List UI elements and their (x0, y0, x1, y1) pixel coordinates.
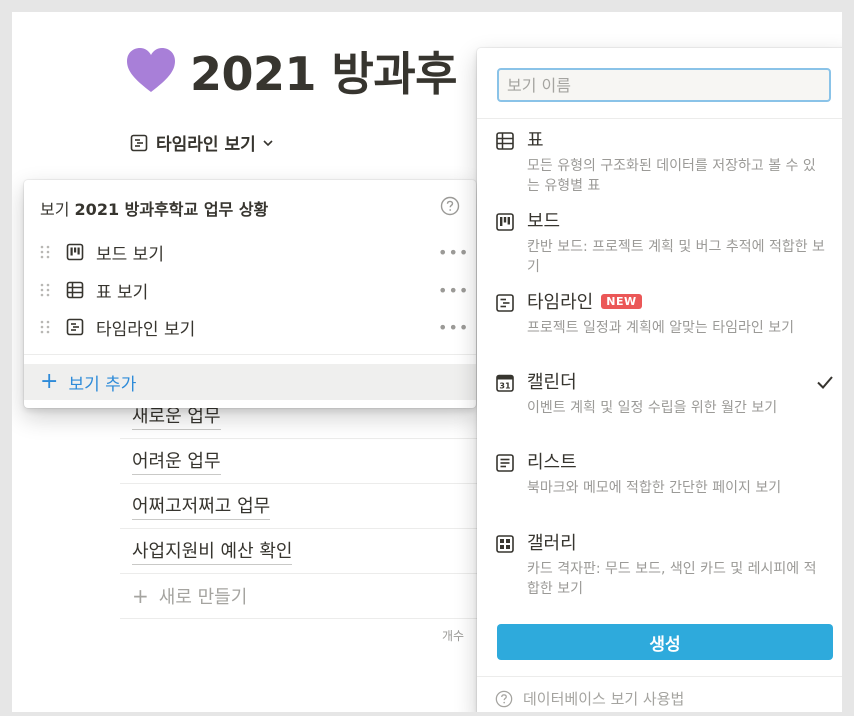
view-type-name-text: 타임라인 (527, 292, 594, 313)
divider (24, 354, 476, 355)
view-type-description: 북마크와 메모에 적합한 간단한 페이지 보기 (527, 480, 782, 496)
view-item-timeline[interactable]: 타임라인 보기 ••• (24, 309, 476, 345)
help-icon[interactable] (440, 196, 460, 216)
drag-handle-icon[interactable] (40, 244, 50, 260)
add-view-button[interactable]: + 보기 추가 (24, 364, 476, 400)
create-button[interactable]: 생성 (497, 624, 833, 660)
view-item-label: 타임라인 보기 (96, 319, 196, 340)
calendar-icon: 31 (496, 374, 514, 392)
plus-icon: + (40, 369, 59, 394)
new-view-dropdown: 표 모든 유형의 구조화된 데이터를 저장하고 볼 수 있는 유형별 표 보드 … (477, 48, 842, 712)
view-item-label: 표 보기 (96, 282, 149, 303)
drag-handle-icon[interactable] (40, 282, 50, 298)
divider (477, 676, 842, 677)
more-options-icon[interactable]: ••• (438, 243, 469, 262)
timeline-icon (496, 294, 514, 312)
view-type-description: 이벤트 계획 및 일정 수립을 위한 월간 보기 (527, 400, 778, 416)
chevron-down-icon (263, 139, 273, 146)
purple-heart-icon[interactable] (124, 44, 178, 98)
header-prefix: 보기 (40, 200, 70, 219)
drag-handle-icon[interactable] (40, 319, 50, 335)
database-rows: 새로운 업무 어려운 업무 어쩌고저쩌고 업무 사업지원비 예산 확인 + 새로… (120, 394, 480, 619)
view-type-name: 리스트 (527, 452, 577, 473)
views-panel-header: 보기 2021 방과후학교 업무 상황 (40, 196, 268, 220)
help-icon (495, 690, 513, 707)
help-link[interactable]: 데이터베이스 보기 사용법 (495, 688, 684, 709)
list-icon (496, 454, 514, 472)
view-type-name: 표 (527, 130, 544, 151)
current-view-label: 타임라인 보기 (156, 135, 256, 155)
new-row-button[interactable]: + 새로 만들기 (120, 574, 480, 619)
page-title[interactable]: 2021 방과후 (190, 38, 458, 104)
view-type-description: 칸반 보드: 프로젝트 계획 및 버그 추적에 적합한 보기 (527, 239, 825, 275)
views-panel: 보기 2021 방과후학교 업무 상황 보드 보기 ••• 표 보기 ••• 타… (24, 180, 476, 408)
gallery-icon (496, 535, 514, 553)
table-row[interactable]: 사업지원비 예산 확인 (120, 529, 480, 574)
calendar-day-text: 31 (499, 382, 511, 391)
view-item-board[interactable]: 보드 보기 ••• (24, 234, 476, 270)
board-icon (496, 213, 514, 231)
database-name: 2021 방과후학교 업무 상황 (74, 200, 269, 219)
new-badge: NEW (601, 293, 642, 309)
checkmark-icon (817, 376, 833, 389)
view-item-table[interactable]: 표 보기 ••• (24, 272, 476, 308)
more-options-icon[interactable]: ••• (438, 318, 469, 337)
view-type-name: 캘린더 (527, 372, 577, 393)
timeline-icon (66, 318, 84, 336)
view-switcher-button[interactable]: 타임라인 보기 (130, 130, 274, 155)
notion-page: 2021 방과후 타임라인 보기 새로운 업무 어려운 업무 어쩌고저쩌고 업무… (12, 12, 842, 712)
timeline-icon (130, 134, 148, 151)
view-type-name: 보드 (527, 211, 561, 232)
view-type-description: 카드 격자판: 무드 보드, 색인 카드 및 레시피에 적합한 보기 (527, 561, 817, 597)
row-title[interactable]: 어쩌고저쩌고 업무 (132, 492, 271, 520)
help-link-label: 데이터베이스 보기 사용법 (523, 690, 685, 708)
view-type-name: 타임라인 NEW (527, 288, 642, 314)
view-type-name: 갤러리 (527, 533, 577, 554)
plus-icon: + (132, 584, 149, 608)
divider (477, 118, 842, 119)
view-type-description: 프로젝트 일정과 계획에 알맞는 타임라인 보기 (527, 320, 794, 336)
row-title[interactable]: 어려운 업무 (132, 447, 221, 475)
more-options-icon[interactable]: ••• (438, 281, 469, 300)
view-type-description: 모든 유형의 구조화된 데이터를 저장하고 볼 수 있는 유형별 표 (527, 158, 816, 194)
view-name-input[interactable] (497, 68, 831, 102)
table-icon (496, 132, 514, 150)
table-row[interactable]: 어쩌고저쩌고 업무 (120, 484, 480, 529)
table-row[interactable]: 어려운 업무 (120, 439, 480, 484)
add-view-label: 보기 추가 (68, 374, 137, 395)
view-item-label: 보드 보기 (96, 244, 164, 265)
board-icon (66, 243, 84, 261)
row-title[interactable]: 사업지원비 예산 확인 (132, 537, 293, 565)
page-title-row: 2021 방과후 (124, 38, 458, 104)
table-icon (66, 281, 84, 299)
count-label[interactable]: 개수 (442, 627, 464, 644)
new-row-label: 새로 만들기 (158, 587, 248, 608)
